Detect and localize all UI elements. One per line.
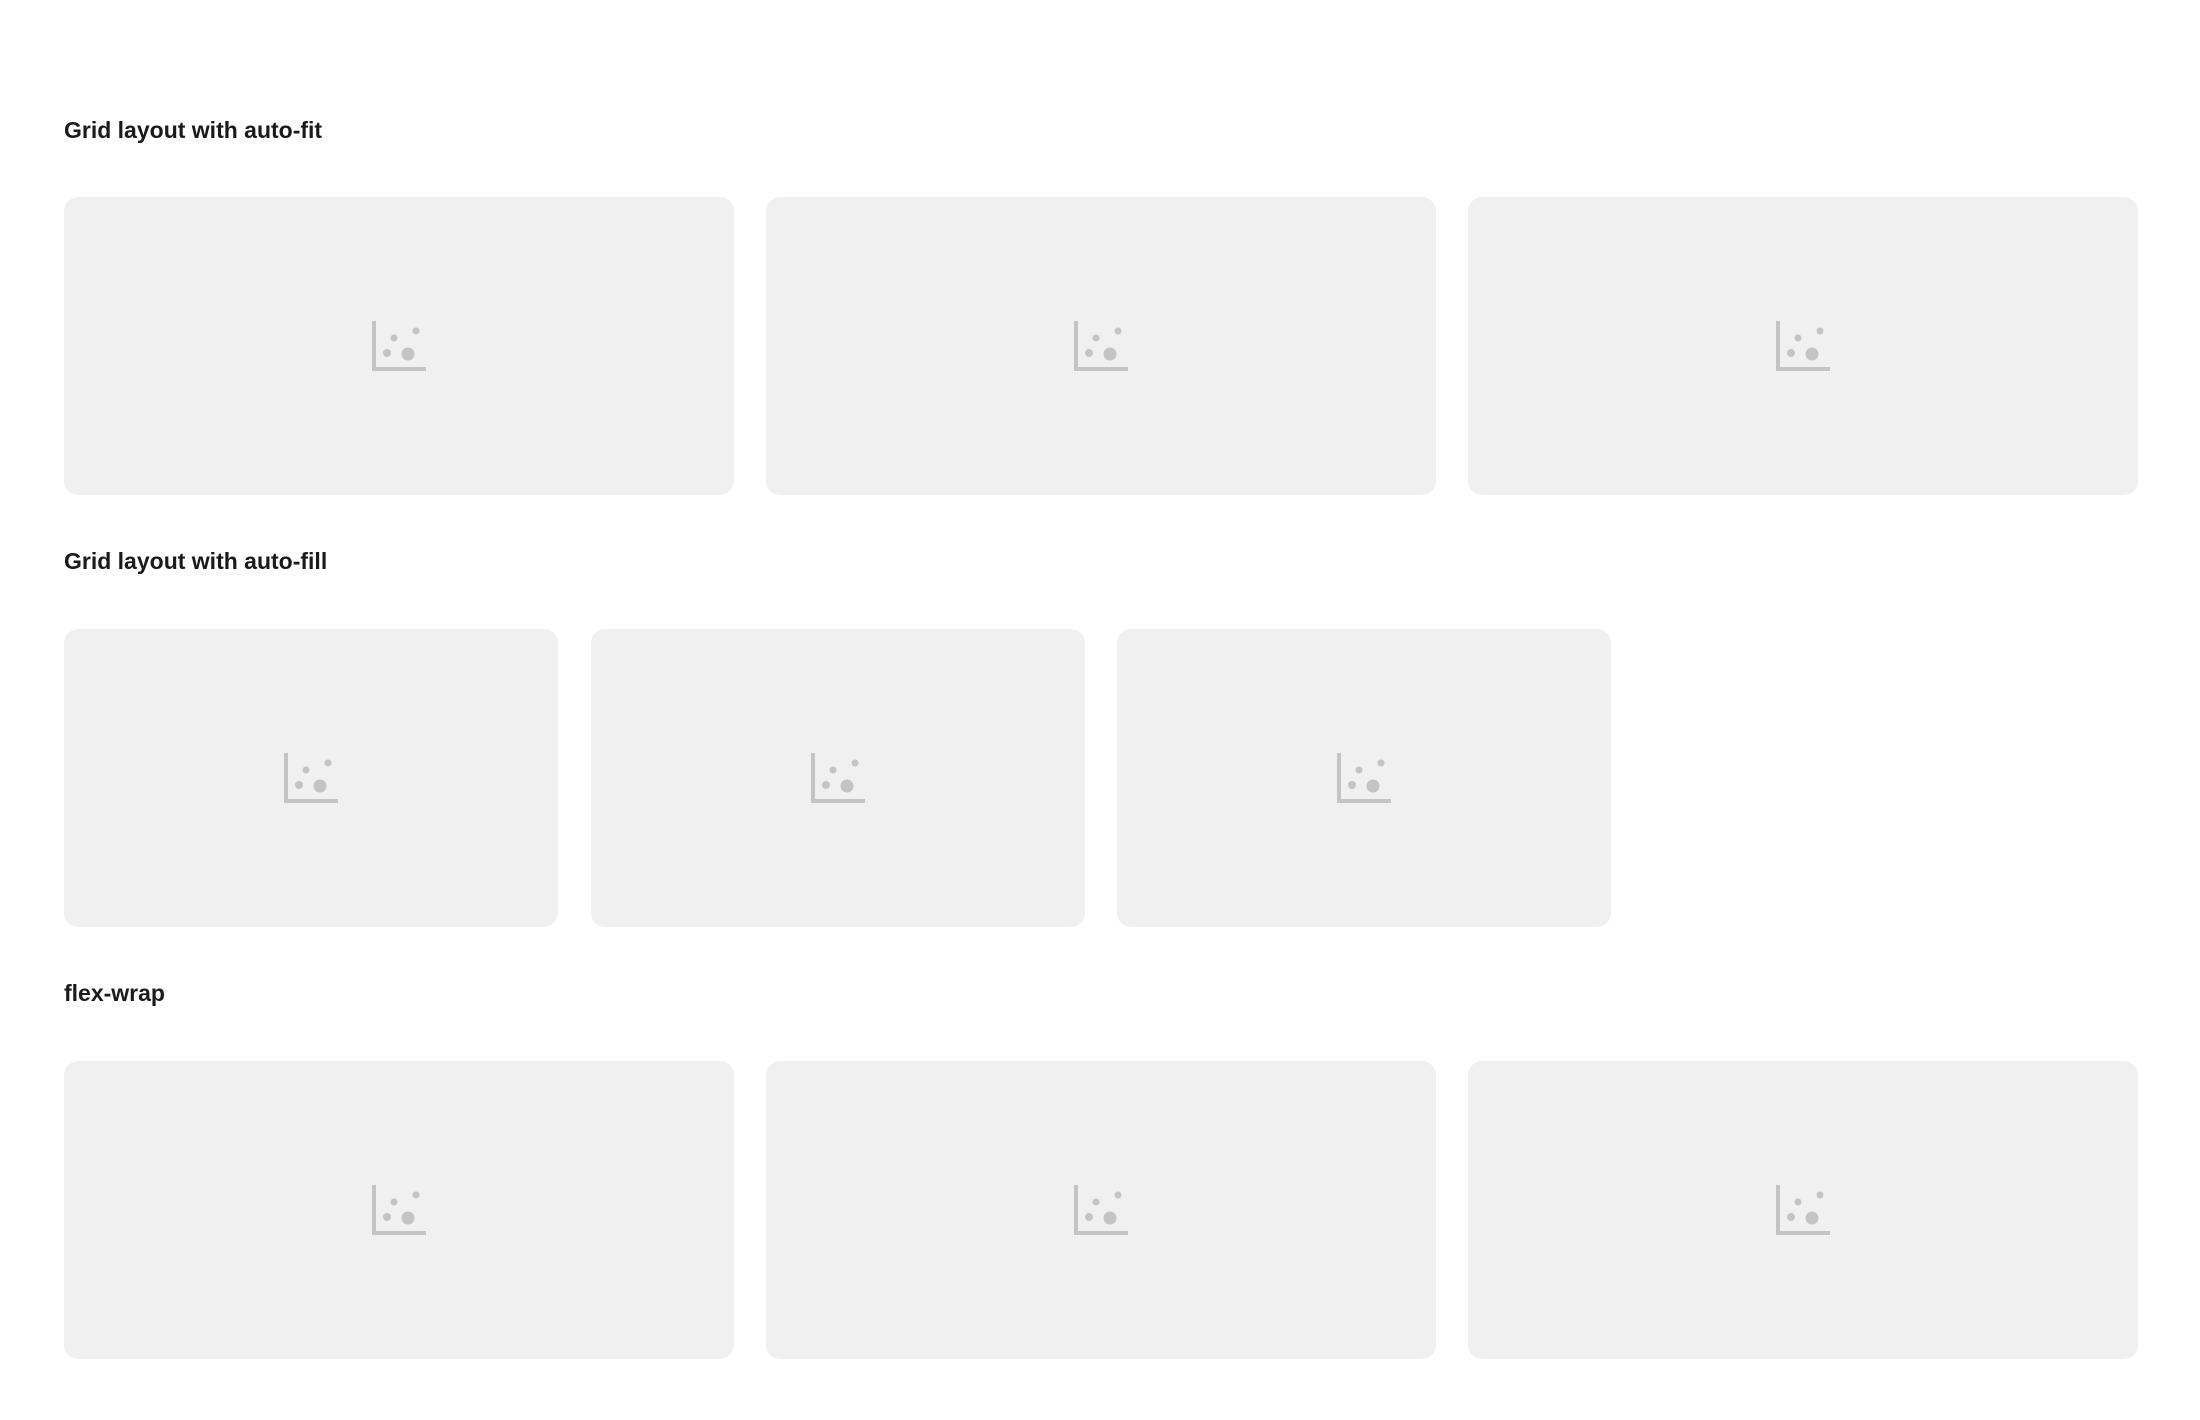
scatter-chart-icon [284,753,338,803]
scatter-chart-icon [1776,1185,1830,1235]
auto-fit-grid [64,197,2138,495]
scatter-chart-icon [372,1185,426,1235]
section-title-auto-fit: Grid layout with auto-fit [64,117,323,143]
flex-wrap-card-2 [766,1061,1436,1359]
flex-wrap-card-3 [1468,1061,2138,1359]
auto-fill-card-3 [1117,629,1611,927]
scatter-chart-icon [811,753,865,803]
scatter-chart-icon [1074,321,1128,371]
flex-wrap-row [64,1061,2138,1359]
flex-wrap-card-1 [64,1061,734,1359]
section-title-flex-wrap: flex-wrap [64,980,165,1006]
scatter-chart-icon [1074,1185,1128,1235]
scatter-chart-icon [372,321,426,371]
auto-fill-card-1 [64,629,558,927]
auto-fit-card-1 [64,197,734,495]
scatter-chart-icon [1776,321,1830,371]
auto-fill-card-2 [591,629,1085,927]
auto-fill-grid [64,629,2138,927]
auto-fit-card-3 [1468,197,2138,495]
section-title-auto-fill: Grid layout with auto-fill [64,548,328,574]
auto-fit-card-2 [766,197,1436,495]
scatter-chart-icon [1337,753,1391,803]
